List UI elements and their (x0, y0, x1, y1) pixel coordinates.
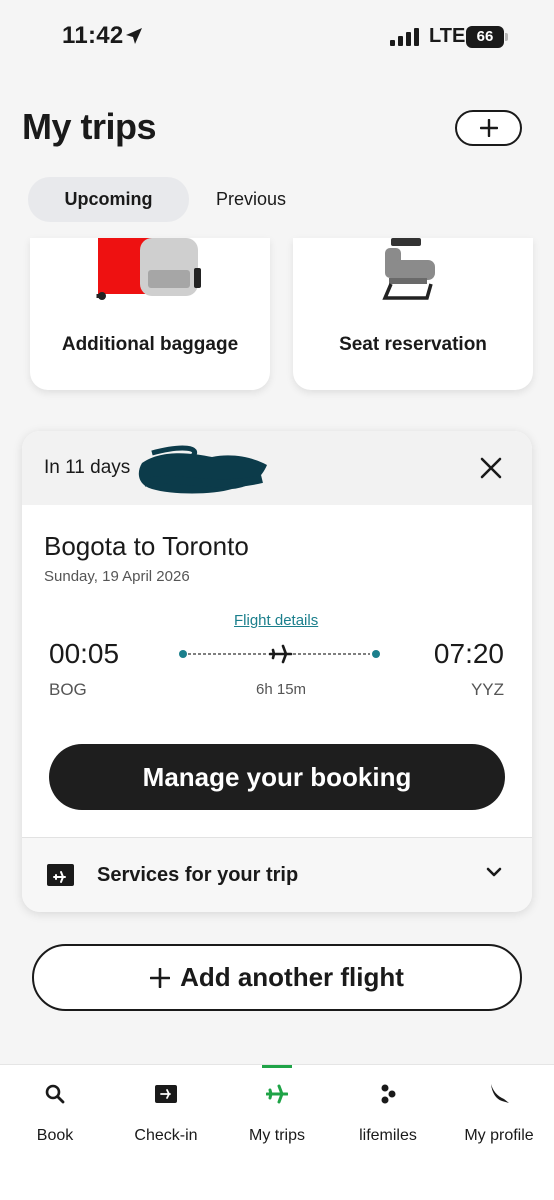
nav-label-check-in: Check-in (134, 1127, 198, 1144)
add-flight-label: Add another flight (180, 962, 404, 992)
arrival-airport-code: YYZ (470, 680, 504, 699)
services-label: Services for your trip (97, 864, 299, 886)
nav-label-my-trips: My trips (249, 1127, 305, 1144)
plus-icon (479, 119, 498, 137)
close-icon[interactable] (478, 455, 504, 481)
add-another-flight-button[interactable]: Add another flight (32, 944, 522, 1011)
search-icon (45, 1084, 65, 1104)
tab-upcoming[interactable]: Upcoming (28, 177, 189, 222)
flight-path-graphic (179, 644, 380, 664)
arrival-time: 07:20 (433, 638, 504, 669)
status-time: 11:42 (62, 22, 124, 49)
page-title: My trips (22, 106, 157, 147)
additional-baggage-label: Additional baggage (61, 334, 239, 355)
route-title: Bogota to Toronto (44, 531, 249, 561)
baggage-icon (96, 238, 201, 300)
nav-label-lifemiles: lifemiles (359, 1127, 417, 1144)
nav-item-my-trips[interactable]: My trips (222, 1065, 332, 1165)
battery-icon: 66 (466, 26, 508, 48)
flight-date: Sunday, 19 April 2026 (44, 568, 190, 585)
seat-icon (382, 238, 435, 300)
services-for-trip-row[interactable]: Services for your trip (22, 837, 532, 912)
trip-card-header: In 11 days (22, 431, 532, 505)
tab-previous[interactable]: Previous (192, 177, 310, 222)
nav-label-my-profile: My profile (464, 1127, 534, 1144)
battery-level: 66 (476, 28, 494, 45)
nav-item-check-in[interactable]: Check-in (111, 1065, 221, 1165)
departure-time: 00:05 (49, 638, 120, 669)
nav-item-my-profile[interactable]: My profile (444, 1065, 554, 1165)
plus-icon (150, 967, 171, 988)
boarding-pass-icon (47, 864, 74, 886)
location-arrow-icon (126, 28, 142, 44)
network-type: LTE (429, 25, 466, 47)
flight-details-link[interactable]: Flight details (234, 612, 318, 629)
airplane-icon (266, 1084, 288, 1104)
trip-countdown: In 11 days (44, 457, 131, 478)
bottom-nav: Book Check-in My trips lifemiles My prof… (0, 1064, 554, 1200)
signal-icon (390, 28, 419, 46)
lifemiles-icon (381, 1084, 396, 1104)
departure-airport-code: BOG (49, 680, 87, 699)
status-bar: 11:42 LTE 66 (0, 0, 554, 76)
manage-booking-button[interactable]: Manage your booking (49, 744, 505, 810)
trip-card: In 11 days Bogota to Toronto Sunday, 19 … (22, 431, 532, 912)
chevron-down-icon[interactable] (484, 862, 504, 882)
boarding-pass-icon (155, 1085, 177, 1103)
seat-reservation-label: Seat reservation (339, 334, 487, 355)
flight-duration: 6h 15m (256, 681, 307, 698)
seat-reservation-card[interactable]: Seat reservation (293, 238, 533, 390)
nav-label-book: Book (36, 1127, 74, 1144)
nav-item-lifemiles[interactable]: lifemiles (333, 1065, 443, 1165)
add-trip-button[interactable] (455, 110, 522, 146)
bird-icon (491, 1084, 509, 1103)
nav-item-book[interactable]: Book (0, 1065, 110, 1165)
redaction-scribble (138, 445, 267, 494)
additional-baggage-card[interactable]: Additional baggage (30, 238, 270, 390)
